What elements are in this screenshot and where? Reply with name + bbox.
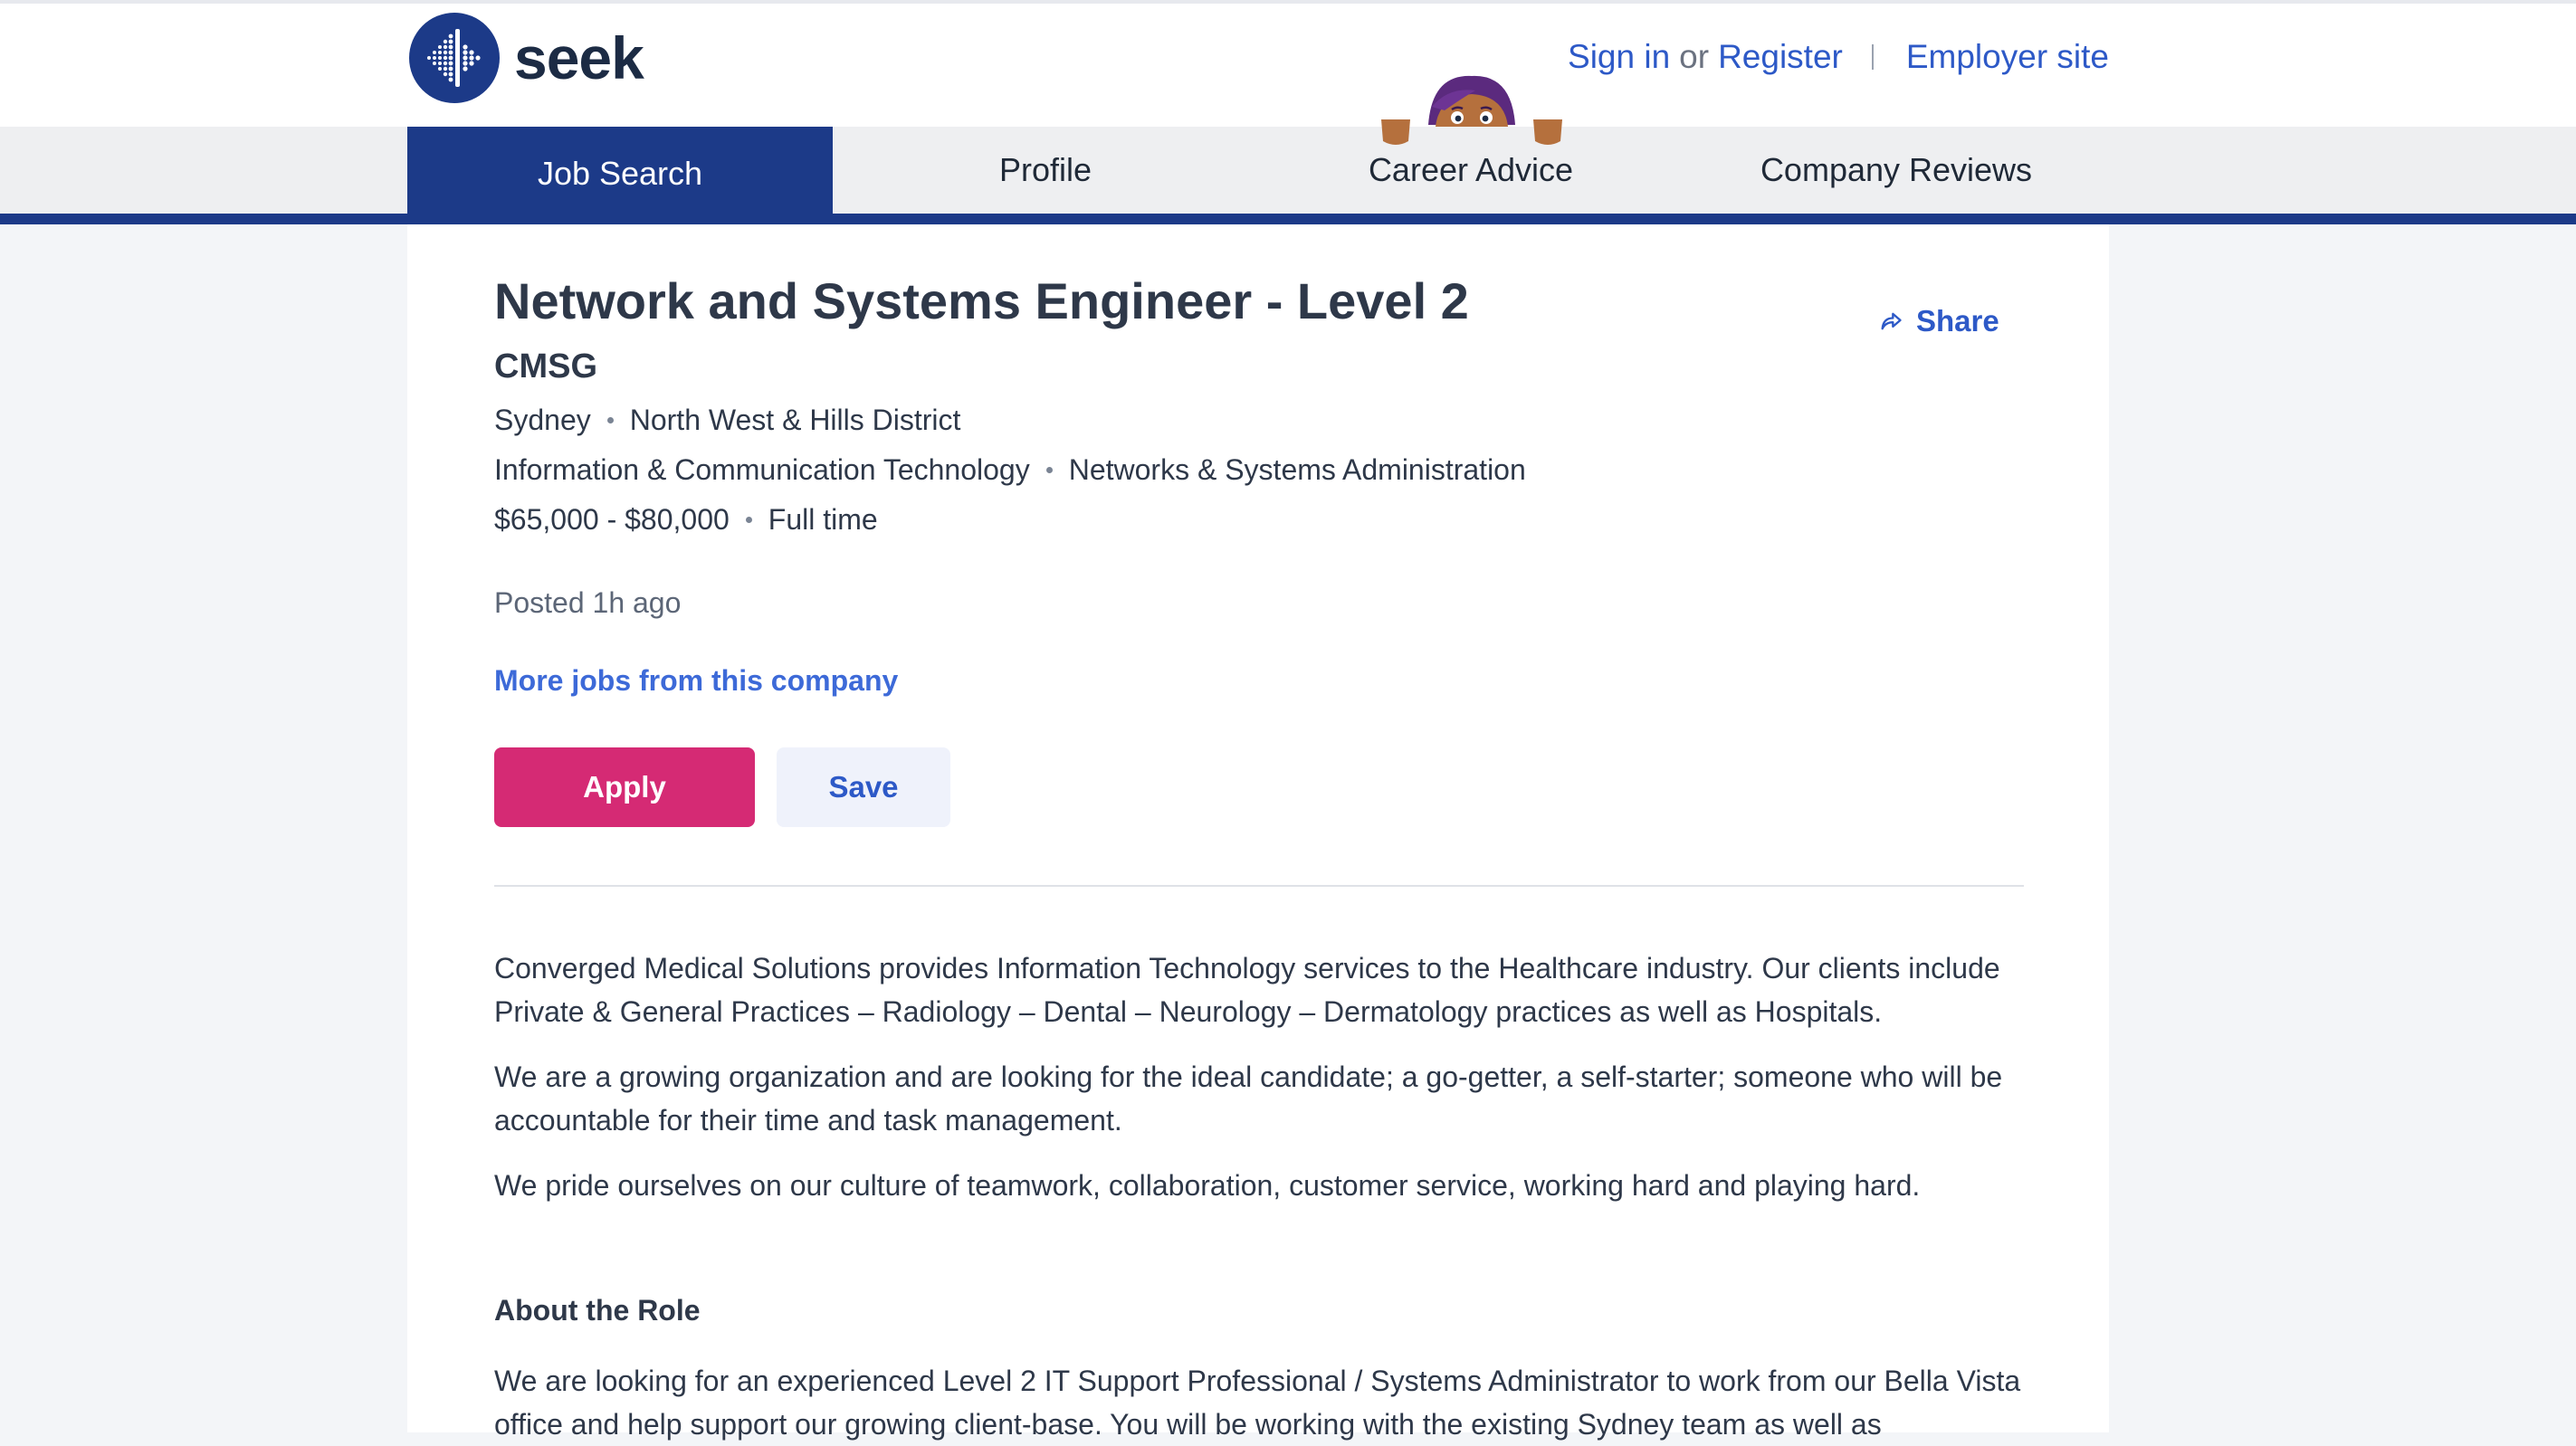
about-role-heading: About the Role [494,1294,701,1327]
company-name: CMSG [494,347,597,385]
share-button[interactable]: Share [1878,304,1999,338]
register-link[interactable]: Register [1718,38,1843,76]
employer-site-link[interactable]: Employer site [1906,38,2109,76]
seek-logo[interactable]: seek [409,13,644,103]
description-paragraph: We pride ourselves on our culture of tea… [494,1169,1921,1202]
sign-in-link[interactable]: Sign in [1568,38,1670,76]
separator-dot [606,417,614,423]
about-role-text: We are looking for an experienced Level … [494,1365,2021,1441]
job-details-card: Network and Systems Engineer - Level 2 C… [407,224,2109,1441]
description-paragraph: We are a growing organization and are lo… [494,1061,2003,1137]
salary-row: $65,000 - $80,000 Full time [494,503,878,537]
job-subclassification[interactable]: Networks & Systems Administration [1069,453,1526,487]
tab-job-search[interactable]: Job Search [407,127,833,221]
share-label: Share [1916,304,1999,338]
mascot-illustration [1381,75,1562,145]
separator-dot [745,517,752,523]
apply-button[interactable]: Apply [494,747,755,827]
brand-name: seek [514,24,644,91]
section-divider [494,885,2024,887]
job-area[interactable]: North West & Hills District [630,404,961,437]
job-salary: $65,000 - $80,000 [494,503,730,536]
tab-company-reviews[interactable]: Company Reviews [1684,127,2109,214]
job-work-type[interactable]: Full time [768,503,878,537]
account-links: Sign in or Register Employer site [1568,38,2109,76]
seek-logo-icon [409,13,500,103]
more-jobs-link[interactable]: More jobs from this company [494,664,898,698]
classification-row: Information & Communication Technology N… [494,453,1526,487]
divider [1871,44,1874,70]
save-button[interactable]: Save [777,747,950,827]
job-title: Network and Systems Engineer - Level 2 [494,272,1469,329]
nav-underline [0,214,2576,224]
location-row: Sydney North West & Hills District [494,404,960,437]
separator-dot [1045,467,1053,473]
job-location[interactable]: Sydney [494,404,591,437]
share-icon [1881,312,1902,330]
posted-time: Posted 1h ago [494,586,682,619]
description-paragraph: Converged Medical Solutions provides Inf… [494,952,2000,1028]
or-text: or [1679,38,1710,75]
tab-profile[interactable]: Profile [833,127,1258,214]
job-classification[interactable]: Information & Communication Technology [494,453,1030,487]
site-header: seek Sign in or Register Employer site [0,4,2576,127]
